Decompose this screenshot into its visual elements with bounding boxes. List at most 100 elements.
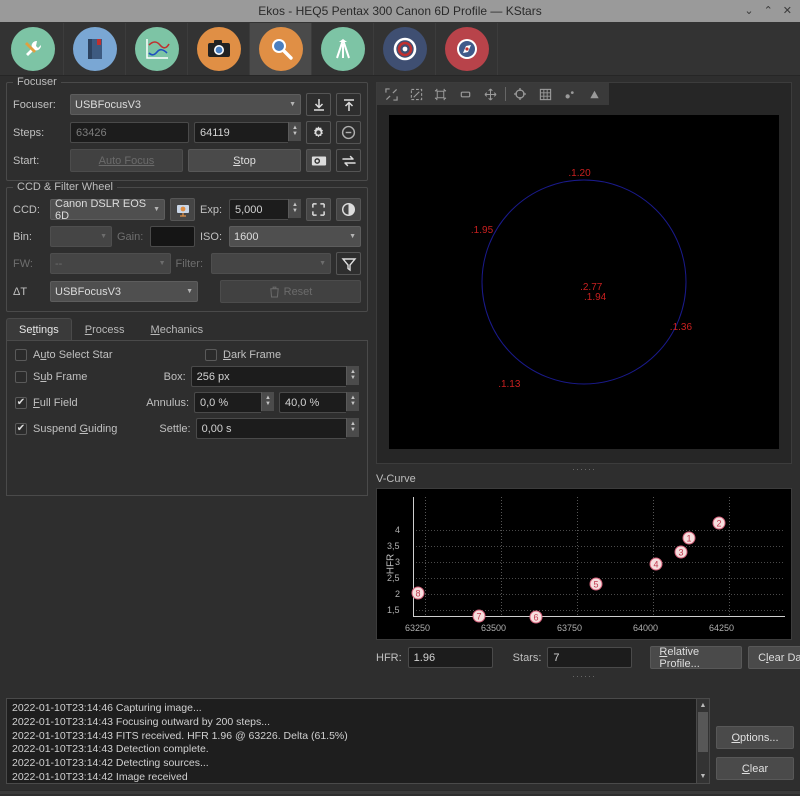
log-scrollbar[interactable]: ▲ ▼ (696, 699, 709, 783)
box-size-stepper[interactable]: ▲ ▼ (346, 366, 359, 385)
annulus-outer-input[interactable]: 40,0 % (279, 392, 346, 413)
auto-select-star-checkbox[interactable]: Auto Select Star (15, 349, 200, 361)
y-tick-label: 3 (395, 557, 401, 567)
clear-data-button[interactable]: Clear Data (748, 646, 800, 669)
relative-profile-button[interactable]: Relative Profile... (650, 646, 743, 670)
module-button-setup[interactable] (2, 22, 64, 75)
auto-focus-button[interactable]: Auto Focus (70, 149, 183, 172)
exposure-input[interactable]: 5,000 (229, 199, 288, 220)
vcurve-point[interactable]: 3 (674, 545, 688, 559)
vcurve-point[interactable]: 5 (589, 577, 603, 591)
steps-current-input[interactable]: 63426 (70, 122, 189, 143)
module-button-mount[interactable] (312, 22, 374, 75)
chevron-down-icon: ▼ (186, 288, 193, 295)
vcurve-title: V-Curve (376, 473, 416, 485)
exposure-stepper[interactable]: ▲ ▼ (288, 199, 301, 218)
stars-value-field: 7 (547, 647, 633, 668)
focus-in-button[interactable] (306, 93, 331, 116)
steps-target-input[interactable]: 64119 (194, 122, 288, 143)
steps-target-stepper[interactable]: ▲ ▼ (288, 122, 301, 141)
module-button-align[interactable] (436, 22, 498, 75)
stop-button[interactable]: Stop (188, 149, 301, 172)
fw-combo[interactable]: -- ▼ (50, 253, 171, 274)
preview-splitter-handle[interactable]: ······ (376, 464, 792, 474)
zoom-default-icon[interactable] (404, 84, 429, 104)
focuser-settings-button[interactable] (306, 121, 331, 144)
deltat-combo[interactable]: USBFocusV3 ▼ (50, 281, 198, 302)
capture-button[interactable] (306, 149, 331, 172)
suspend-guiding-checkbox[interactable]: ✔ Suspend Guiding (15, 422, 154, 435)
module-button-scheduler[interactable] (64, 22, 126, 75)
zoom-fit-icon[interactable] (379, 84, 404, 104)
histogram-icon[interactable] (582, 84, 607, 104)
tab-process[interactable]: Process (72, 318, 138, 340)
iso-combo[interactable]: 1600 ▼ (229, 226, 361, 247)
reset-button[interactable]: Reset (220, 280, 361, 303)
fits-image[interactable]: .1.20 .1.95 .2.77 .1.94 .1.36 .1.13 (389, 115, 779, 449)
main-content: Focuser Focuser: USBFocusV3 ▼ Steps: 634… (0, 76, 800, 694)
dark-frame-label: Dark Frame (223, 349, 282, 361)
options-button[interactable]: Options... (716, 726, 794, 749)
exp-label: Exp: (200, 203, 223, 216)
dark-frame-checkbox[interactable]: Dark Frame (205, 349, 281, 361)
vcurve-point[interactable]: 8 (411, 586, 425, 600)
module-button-analyze[interactable] (126, 22, 188, 75)
close-icon[interactable]: ✕ (783, 5, 792, 17)
settle-input[interactable]: 0,00 s (195, 418, 346, 439)
pan-icon[interactable] (478, 84, 503, 104)
full-field-checkbox[interactable]: ✔ Full Field (15, 396, 135, 409)
filter-settings-button[interactable] (336, 252, 361, 275)
log-buttons: Options... Clear (716, 698, 794, 784)
annulus-inner-input[interactable]: 0,0 % (194, 392, 261, 413)
annulus-outer-stepper[interactable]: ▲ ▼ (346, 392, 359, 411)
module-button-focus[interactable] (250, 22, 312, 75)
annulus-label: Annulus: (146, 396, 189, 409)
frame-settings-button[interactable] (306, 198, 331, 221)
settle-stepper[interactable]: ▲ ▼ (346, 418, 359, 437)
crosshair-icon[interactable] (508, 84, 533, 104)
tab-settings[interactable]: Settings (6, 318, 72, 340)
annulus-inner-stepper[interactable]: ▲ ▼ (261, 392, 274, 411)
clear-log-button[interactable]: Clear (716, 757, 794, 780)
vcurve-point[interactable]: 7 (472, 609, 486, 623)
scroll-down-icon[interactable]: ▼ (697, 770, 709, 783)
vcurve-point[interactable]: 1 (682, 531, 696, 545)
chart-icon (134, 26, 179, 71)
gain-input[interactable] (150, 226, 195, 247)
vcurve-point[interactable]: 4 (649, 557, 663, 571)
stop-motion-button[interactable] (336, 121, 361, 144)
vcurve-point[interactable]: 2 (712, 516, 726, 530)
y-axis-line (413, 497, 414, 617)
focuser-device-combo[interactable]: USBFocusV3 ▼ (70, 94, 301, 115)
stars-icon[interactable] (557, 84, 582, 104)
vcurve-splitter-handle[interactable]: ······ (376, 671, 792, 681)
dark-library-button[interactable] (336, 198, 361, 221)
scroll-up-icon[interactable]: ▲ (697, 699, 709, 712)
sub-frame-checkbox[interactable]: Sub Frame (15, 370, 159, 383)
focuser-steps-row: Steps: 63426 64119 ▲ ▼ (13, 121, 361, 144)
minimize-icon[interactable]: ⌄ (744, 5, 753, 17)
ccd-combo[interactable]: Canon DSLR EOS 6D ▼ (50, 198, 165, 222)
log-textbox[interactable]: 2022-01-10T23:14:46 Capturing image... 2… (6, 698, 710, 784)
box-size-input[interactable]: 256 px (190, 366, 346, 387)
vcurve-chart[interactable]: HFR 4 3,5 3 2,5 2 1,5 63250 63500 63750 … (376, 488, 792, 640)
loop-button[interactable] (336, 149, 361, 172)
module-button-guide[interactable] (374, 22, 436, 75)
bin-combo[interactable]: ▼ (50, 226, 112, 247)
stretch-icon[interactable] (453, 84, 478, 104)
grid-icon[interactable] (533, 84, 558, 104)
right-panel: .1.20 .1.95 .2.77 .1.94 .1.36 .1.13 ····… (374, 76, 800, 694)
tripod-icon (320, 26, 365, 71)
maximize-icon[interactable]: ⌃ (764, 5, 773, 17)
tab-mechanics[interactable]: Mechanics (138, 318, 217, 340)
scroll-thumb[interactable] (698, 712, 708, 752)
module-button-capture[interactable] (188, 22, 250, 75)
bin-row: Bin: ▼ Gain: ISO: 1600 ▼ (13, 226, 361, 247)
ccd-settings-button[interactable] (170, 198, 195, 221)
checkbox-box (205, 349, 217, 361)
filter-combo[interactable]: ▼ (210, 253, 331, 274)
crop-icon[interactable] (429, 84, 454, 104)
log-line: 2022-01-10T23:14:42 Image received (12, 770, 188, 783)
focus-out-button[interactable] (336, 93, 361, 116)
vcurve-point[interactable]: 6 (529, 610, 543, 624)
